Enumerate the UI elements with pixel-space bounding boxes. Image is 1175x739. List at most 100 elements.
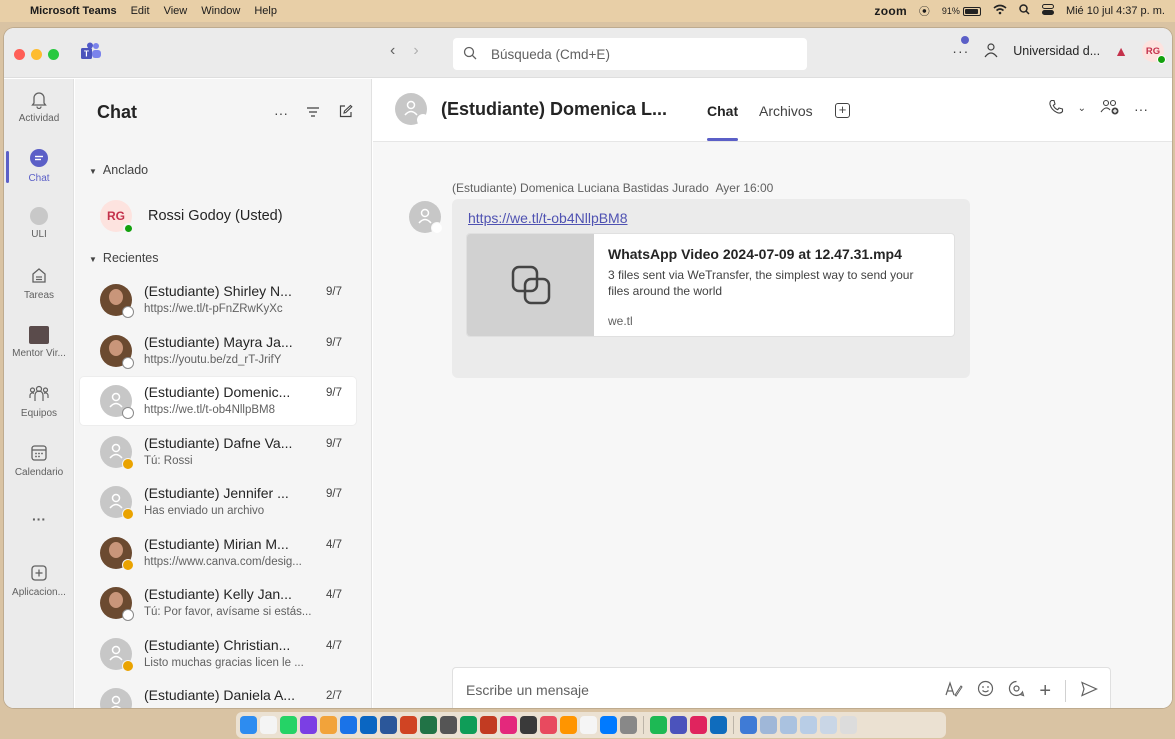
- chat-list-item[interactable]: (Estudiante) Mayra Ja... 9/7 https://youtu…: [80, 327, 356, 375]
- offline-status-icon: [417, 114, 429, 126]
- dock-app-icon[interactable]: [500, 716, 517, 734]
- format-button[interactable]: [945, 680, 963, 702]
- dock-app-icon[interactable]: [670, 716, 687, 734]
- forward-arrow-icon[interactable]: ›: [413, 42, 418, 60]
- chat-list-item[interactable]: (Estudiante) Kelly Jan... 4/7 Tú: Por favo…: [80, 579, 356, 627]
- dock-app-icon[interactable]: [400, 716, 417, 734]
- dock-trash-icon[interactable]: [840, 716, 857, 734]
- control-center-icon[interactable]: [1041, 4, 1054, 18]
- emoji-button[interactable]: [977, 680, 994, 702]
- dock-app-icon[interactable]: [600, 716, 617, 734]
- settings-more-button[interactable]: ···: [952, 36, 970, 59]
- message-link[interactable]: https://we.tl/t-ob4NllpBM8: [468, 210, 628, 226]
- caret-down-icon: ▼: [89, 255, 97, 264]
- message-input[interactable]: [466, 682, 896, 698]
- zoom-window-button[interactable]: [48, 49, 59, 60]
- people-icon[interactable]: [983, 42, 999, 61]
- message-bubble[interactable]: https://we.tl/t-ob4NllpBM8 WhatsApp Vide…: [452, 199, 970, 378]
- link-preview-card[interactable]: WhatsApp Video 2024-07-09 at 12.47.31.mp…: [466, 233, 955, 337]
- dock-app-icon[interactable]: [710, 716, 727, 734]
- new-chat-icon[interactable]: [338, 104, 353, 122]
- attach-plus-button[interactable]: +: [1039, 681, 1051, 701]
- org-switcher[interactable]: Universidad d...: [1013, 44, 1100, 58]
- dock-app-icon[interactable]: [760, 716, 777, 734]
- dock-app-icon[interactable]: [260, 716, 277, 734]
- spotlight-search-icon[interactable]: [1019, 4, 1030, 18]
- dock-app-icon[interactable]: [650, 716, 667, 734]
- pinned-section-header[interactable]: ▼ Anclado: [89, 163, 148, 177]
- battery-indicator[interactable]: 91%: [942, 6, 981, 16]
- send-button[interactable]: [1080, 680, 1098, 702]
- recent-section-header[interactable]: ▼ Recientes: [89, 251, 159, 265]
- tab-files[interactable]: Archivos: [759, 103, 813, 119]
- menu-edit[interactable]: Edit: [131, 5, 150, 17]
- rail-add-apps[interactable]: Aplicacion...: [4, 563, 74, 598]
- wifi-icon[interactable]: [993, 4, 1007, 18]
- rail-teams[interactable]: Equipos: [4, 384, 74, 419]
- menubar-clock[interactable]: Mié 10 jul 4:37 p. m.: [1066, 5, 1165, 17]
- chat-list-item[interactable]: (Estudiante) Dafne Va... 9/7 Tú: Rossi: [80, 428, 356, 476]
- rail-chat[interactable]: Chat: [4, 147, 74, 184]
- dock-app-icon[interactable]: [280, 716, 297, 734]
- chat-list-item[interactable]: (Estudiante) Domenic... 9/7 https://we.tl/…: [80, 377, 356, 425]
- play-icon[interactable]: ⦿: [919, 3, 930, 19]
- chat-list-item[interactable]: (Estudiante) Christian... 4/7 Listo muchas…: [80, 630, 356, 678]
- dock-app-icon[interactable]: [300, 716, 317, 734]
- dock-app-icon[interactable]: [460, 716, 477, 734]
- more-options-icon[interactable]: ···: [1134, 101, 1148, 117]
- dock-app-icon[interactable]: [690, 716, 707, 734]
- chat-list-item[interactable]: (Estudiante) Daniela A... 2/7: [80, 680, 356, 708]
- dock-app-icon[interactable]: [540, 716, 557, 734]
- chat-name: (Estudiante) Mayra Ja...: [144, 333, 293, 350]
- dock-app-icon[interactable]: [740, 716, 757, 734]
- add-people-button[interactable]: [1100, 99, 1120, 118]
- avatar[interactable]: [409, 201, 443, 234]
- loop-button[interactable]: [1008, 680, 1025, 702]
- tab-chat[interactable]: Chat: [707, 103, 739, 141]
- dock-app-icon[interactable]: [800, 716, 817, 734]
- menu-view[interactable]: View: [164, 5, 188, 17]
- rail-mentor[interactable]: Mentor Vir...: [4, 326, 74, 359]
- profile-avatar[interactable]: RG: [1142, 40, 1166, 64]
- call-options-chevron-icon[interactable]: ⌄: [1078, 103, 1086, 114]
- dock-app-icon[interactable]: [580, 716, 597, 734]
- dock-app-icon[interactable]: [420, 716, 437, 734]
- pinned-chat-self[interactable]: RG Rossi Godoy (Usted): [75, 194, 371, 238]
- search-input[interactable]: Búsqueda (Cmd+E): [453, 38, 807, 70]
- chat-list-item[interactable]: (Estudiante) Jennifer ... 9/7 Has enviado …: [80, 478, 356, 526]
- dock-app-icon[interactable]: [360, 716, 377, 734]
- dock-app-icon[interactable]: [380, 716, 397, 734]
- rail-calendar[interactable]: Calendario: [4, 443, 74, 478]
- dock-app-icon[interactable]: [480, 716, 497, 734]
- dock-app-icon[interactable]: [520, 716, 537, 734]
- minimize-window-button[interactable]: [31, 49, 42, 60]
- menu-help[interactable]: Help: [254, 5, 277, 17]
- dock-app-icon[interactable]: [340, 716, 357, 734]
- rail-assignments[interactable]: Tareas: [4, 266, 74, 301]
- rail-more-apps[interactable]: ···: [4, 511, 74, 527]
- dock-app-icon[interactable]: [780, 716, 797, 734]
- warning-icon[interactable]: ▲: [1114, 43, 1128, 59]
- menu-window[interactable]: Window: [201, 5, 240, 17]
- dock-app-icon[interactable]: [320, 716, 337, 734]
- rail-uli[interactable]: ULI: [4, 207, 74, 240]
- more-options-icon[interactable]: ···: [274, 105, 288, 121]
- rail-activity[interactable]: Actividad: [4, 89, 74, 124]
- dock-app-icon[interactable]: [440, 716, 457, 734]
- avatar[interactable]: [395, 93, 429, 126]
- chat-list-item[interactable]: (Estudiante) Shirley N... 9/7 https://we.t…: [80, 276, 356, 324]
- add-tab-button[interactable]: +: [835, 103, 850, 118]
- zoom-status-item[interactable]: zoom: [874, 4, 907, 18]
- menu-app-name[interactable]: Microsoft Teams: [30, 5, 117, 17]
- dock-app-icon[interactable]: [560, 716, 577, 734]
- search-placeholder: Búsqueda (Cmd+E): [491, 46, 610, 62]
- close-window-button[interactable]: [14, 49, 25, 60]
- dock-app-icon[interactable]: [620, 716, 637, 734]
- dock-app-icon[interactable]: [240, 716, 257, 734]
- link-preview-description: 3 files sent via WeTransfer, the simples…: [608, 268, 914, 298]
- back-arrow-icon[interactable]: ‹: [390, 42, 395, 60]
- chat-list-item[interactable]: (Estudiante) Mirian M... 4/7 https://www.c…: [80, 529, 356, 577]
- filter-icon[interactable]: [306, 105, 320, 121]
- dock-app-icon[interactable]: [820, 716, 837, 734]
- call-button[interactable]: [1048, 99, 1064, 118]
